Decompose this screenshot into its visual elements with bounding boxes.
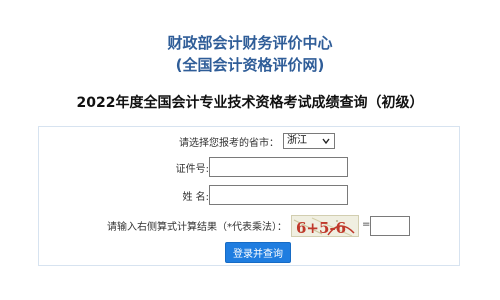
province-selected-value: 浙江: [287, 135, 307, 146]
page-title: 2022年度全国会计专业技术资格考试成绩查询（初级）: [76, 95, 424, 111]
query-form: 请选择您报考的省市： 浙江 证件号: 姓 名: 请输入右侧算式计算结果（*代表乘…: [38, 126, 460, 266]
province-row: 请选择您报考的省市： 浙江: [39, 131, 459, 153]
id-row: 证件号:: [39, 157, 459, 179]
captcha-label: 请输入右侧算式计算结果（*代表乘法）：: [107, 222, 287, 233]
captcha-noise: 6+5-6: [293, 217, 355, 237]
captcha-text: 6+5-6: [296, 219, 346, 237]
captcha-row: 请输入右侧算式计算结果（*代表乘法）： 6+5-6 =: [39, 215, 459, 237]
id-number-input[interactable]: [209, 157, 348, 177]
province-select[interactable]: 浙江: [283, 133, 335, 149]
name-input[interactable]: [209, 185, 348, 205]
captcha-image[interactable]: 6+5-6: [291, 215, 359, 237]
captcha-answer-input[interactable]: [370, 216, 410, 236]
name-label: 姓 名:: [182, 192, 209, 203]
score-query-page: 财政部会计财务评价中心 (全国会计资格评价网) 2022年度全国会计专业技术资格…: [0, 0, 500, 300]
id-label: 证件号:: [175, 164, 209, 175]
chevron-down-icon: [322, 138, 330, 145]
name-row: 姓 名:: [39, 185, 459, 207]
province-label: 请选择您报考的省市：: [179, 138, 279, 149]
login-query-button[interactable]: 登录并查询: [225, 242, 291, 263]
org-title: 财政部会计财务评价中心: [167, 34, 333, 52]
org-subtitle: (全国会计资格评价网): [175, 56, 325, 74]
